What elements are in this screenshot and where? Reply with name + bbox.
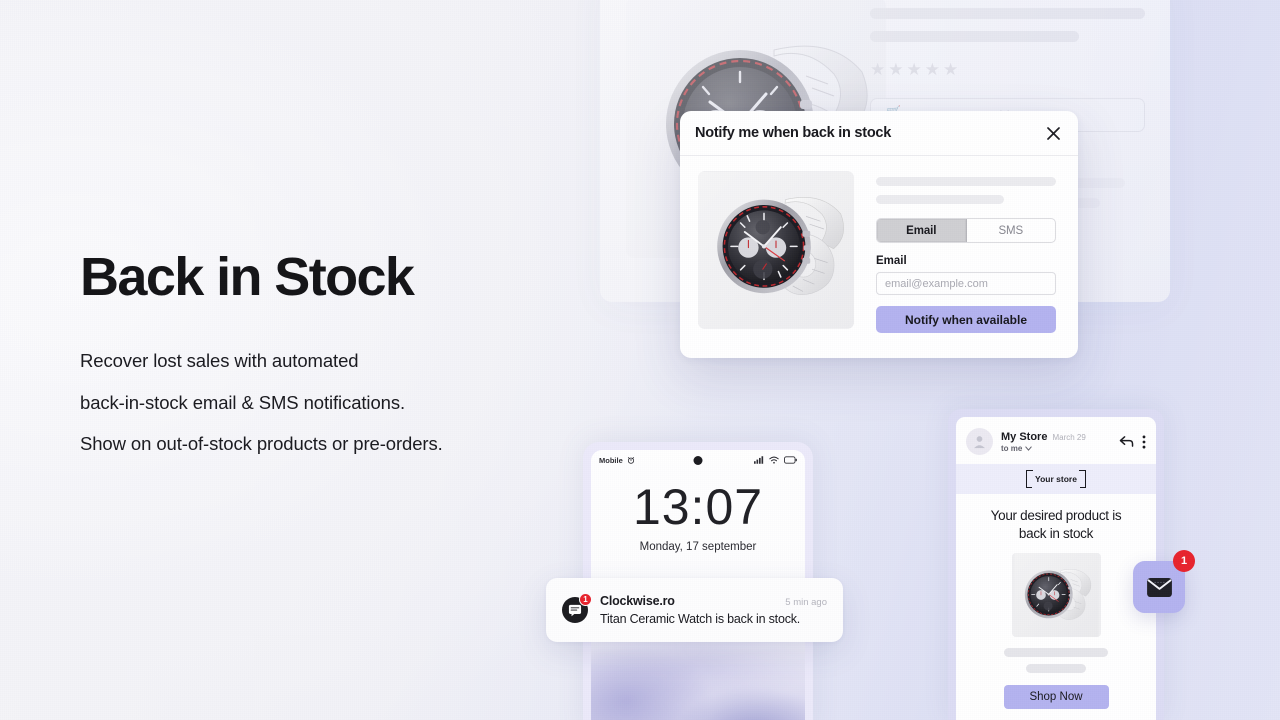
push-notification[interactable]: 1 Clockwise.ro 5 min ago Titan Ceramic W… — [546, 578, 843, 642]
email-recipient-line[interactable]: to me — [1001, 444, 1119, 453]
wifi-icon — [769, 456, 779, 464]
reply-icon[interactable] — [1119, 435, 1134, 448]
shop-now-button[interactable]: Shop Now — [1003, 685, 1109, 710]
notification-timestamp: 5 min ago — [785, 597, 827, 608]
modal-title: Notify me when back in stock — [695, 125, 892, 141]
phone-status-bar: Mobile — [591, 450, 805, 470]
notification-app-name: Clockwise.ro — [600, 594, 675, 608]
hero-copy: Back in Stock Recover lost sales with au… — [80, 247, 550, 475]
user-avatar-icon — [966, 428, 993, 455]
hero-line-1: Recover lost sales with automated — [80, 350, 359, 372]
email-product-photo — [1011, 553, 1101, 638]
email-input[interactable]: email@example.com — [876, 272, 1056, 295]
store-logo-placeholder: Your store — [1026, 470, 1086, 488]
promo-banner: ★★★★★ Sold out 🛒 Back in Stock Recover l… — [0, 0, 1280, 720]
tab-email[interactable]: Email — [877, 219, 967, 242]
rating-stars: ★★★★★ — [870, 60, 962, 79]
envelope-badge[interactable]: 1 — [1133, 550, 1195, 613]
notify-when-available-button[interactable]: Notify when available — [876, 306, 1056, 333]
watch-illustration — [1014, 553, 1098, 638]
envelope-icon — [1146, 577, 1172, 597]
email-header: My Store March 29 to me — [956, 417, 1156, 464]
battery-icon — [784, 456, 797, 464]
email-date: March 29 — [1052, 432, 1086, 442]
email-recipient: to me — [1001, 443, 1023, 453]
page-title: Back in Stock — [80, 247, 415, 307]
email-input-placeholder: email@example.com — [885, 277, 988, 290]
chat-bubble-glyph — [568, 604, 582, 616]
notification-message: Titan Ceramic Watch is back in stock. — [600, 612, 801, 626]
email-body-placeholder-1 — [1004, 648, 1108, 658]
alarm-icon — [627, 457, 634, 464]
bracket-bottom-left — [1026, 477, 1033, 488]
carrier-label: Mobile — [599, 455, 623, 465]
close-glyph — [1046, 126, 1060, 140]
email-sender-name: My Store — [1001, 430, 1048, 443]
email-mockup: My Store March 29 to me Your store Your … — [948, 409, 1164, 720]
email-logo-banner: Your store — [956, 464, 1156, 494]
email-screen: My Store March 29 to me Your store Your … — [956, 417, 1156, 720]
hero-line-2: back-in-stock email & SMS notifications. — [80, 391, 406, 413]
notification-icon-wrap: 1 — [562, 593, 592, 623]
form-placeholder-2 — [876, 195, 1004, 204]
lockscreen-date: Monday, 17 september — [639, 541, 757, 553]
back-in-stock-modal: Notify me when back in stock Email SMS E… — [680, 111, 1078, 358]
form-placeholder-1 — [876, 177, 1056, 186]
modal-header: Notify me when back in stock — [680, 111, 1078, 156]
modal-body: Email SMS Email email@example.com Notify… — [680, 156, 1078, 333]
store-logo-text: Your store — [1035, 474, 1077, 484]
avatar-glyph — [974, 436, 985, 449]
watch-illustration — [698, 172, 854, 328]
envelope-badge-count: 1 — [1173, 550, 1195, 572]
title-placeholder — [870, 8, 1145, 19]
status-right — [754, 456, 797, 464]
chevron-down-icon — [1025, 445, 1033, 451]
bracket-bottom-right — [1079, 477, 1086, 488]
email-field-label: Email — [876, 255, 907, 267]
email-sender-line: My Store March 29 — [1001, 431, 1119, 443]
lockscreen-time: 13:07 — [632, 479, 764, 535]
email-sender-block: My Store March 29 to me — [1001, 431, 1119, 453]
notification-content: Clockwise.ro 5 min ago Titan Ceramic Wat… — [600, 594, 827, 626]
email-headline: Your desired product is back in stock — [990, 508, 1122, 541]
tab-sms[interactable]: SMS — [967, 219, 1056, 242]
modal-product-photo — [698, 171, 854, 329]
hero-line-3: Show on out-of-stock products or pre-ord… — [80, 433, 443, 455]
close-icon[interactable] — [1042, 122, 1064, 144]
notification-header: Clockwise.ro 5 min ago — [600, 594, 827, 608]
status-left: Mobile — [599, 456, 635, 465]
notification-badge-count: 1 — [579, 593, 592, 606]
more-vertical-icon[interactable] — [1142, 435, 1146, 449]
subtitle-placeholder — [870, 31, 1079, 42]
signal-icon — [754, 456, 764, 464]
channel-segmented-control: Email SMS — [876, 218, 1056, 243]
email-body-placeholder-2 — [1026, 664, 1086, 674]
modal-form: Email SMS Email email@example.com Notify… — [876, 171, 1056, 333]
email-actions — [1119, 435, 1146, 449]
camera-punch-hole — [693, 456, 703, 465]
hero-description: Recover lost sales with automated back-i… — [80, 351, 550, 454]
